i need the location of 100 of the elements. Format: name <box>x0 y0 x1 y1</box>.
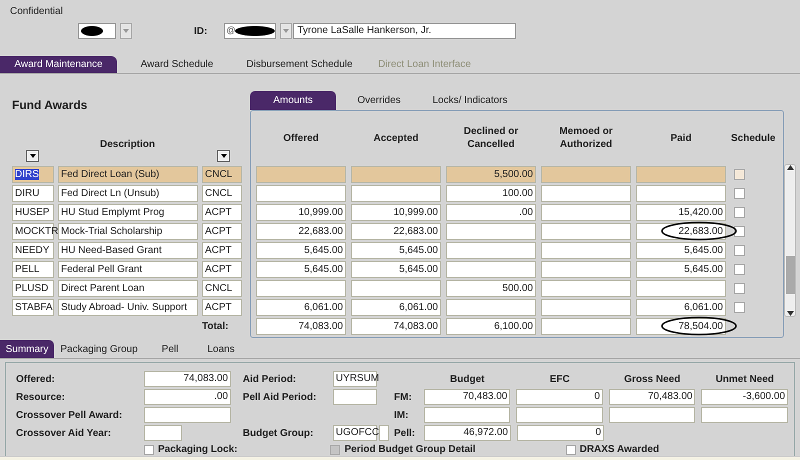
memoed-cell[interactable] <box>541 280 631 297</box>
status-cell[interactable]: CNCL <box>202 166 242 183</box>
input-field[interactable]: 0 <box>517 425 604 442</box>
scrollbar-thumb[interactable] <box>786 256 794 294</box>
code-cell[interactable]: STABFA <box>12 298 54 316</box>
input-field[interactable] <box>144 425 182 442</box>
input-field[interactable] <box>378 425 389 442</box>
checkbox[interactable] <box>734 206 745 218</box>
input-field[interactable] <box>144 407 231 424</box>
offered-cell[interactable] <box>256 184 346 202</box>
declined-cell[interactable]: .00 <box>446 204 536 221</box>
paid-cell[interactable] <box>636 166 726 183</box>
offered-cell[interactable]: 10,999.00 <box>256 204 346 221</box>
description-cell[interactable]: Direct Parent Loan <box>58 280 198 297</box>
description-cell[interactable]: Study Abroad- Univ. Support <box>58 298 198 316</box>
tab[interactable]: Loans <box>196 340 246 358</box>
declined-cell[interactable] <box>446 242 536 259</box>
memoed-cell[interactable] <box>541 204 631 221</box>
tab[interactable]: Overrides <box>336 90 422 110</box>
code-cell[interactable]: HUSEP <box>12 204 54 221</box>
paid-cell[interactable]: 5,645.00 <box>636 242 726 259</box>
declined-cell[interactable]: 6,100.00 <box>446 318 536 335</box>
input-field[interactable]: 70,483.00 <box>424 389 510 406</box>
accepted-cell[interactable] <box>351 166 441 183</box>
status-cell[interactable]: CNCL <box>202 184 242 202</box>
offered-cell[interactable]: 5,645.00 <box>256 242 346 259</box>
description-cell[interactable]: HU Need-Based Grant <box>58 242 198 259</box>
checkbox[interactable] <box>734 264 745 275</box>
accepted-cell[interactable] <box>351 184 441 202</box>
checkbox[interactable] <box>566 444 576 455</box>
input-field[interactable] <box>332 389 377 406</box>
id-field[interactable]: @ <box>224 23 276 39</box>
description-cell[interactable]: Federal Pell Grant <box>58 260 198 278</box>
declined-cell[interactable]: 100.00 <box>446 184 536 202</box>
tab[interactable]: Amounts <box>250 90 336 110</box>
checkbox[interactable] <box>734 188 745 199</box>
paid-cell[interactable] <box>636 280 726 297</box>
input-field[interactable]: UGOFCC <box>332 425 377 442</box>
name-field[interactable]: Tyrone LaSalle Hankerson, Jr. <box>293 23 516 39</box>
tab[interactable]: Award Schedule <box>117 56 237 73</box>
input-field[interactable]: 74,083.00 <box>144 371 231 388</box>
tab[interactable]: Pell <box>144 340 196 358</box>
memoed-cell[interactable] <box>541 318 631 335</box>
checkbox[interactable] <box>734 302 745 313</box>
code-cell[interactable]: PLUSD <box>12 280 54 297</box>
input-field[interactable] <box>608 407 696 424</box>
memoed-cell[interactable] <box>541 260 631 278</box>
tab[interactable]: Summary <box>0 340 54 358</box>
declined-cell[interactable]: 500.00 <box>446 280 536 297</box>
checkbox[interactable] <box>144 444 154 455</box>
description-cell[interactable]: HU Stud Emplymt Prog <box>58 204 198 221</box>
status-cell[interactable]: ACPT <box>202 298 242 316</box>
input-field[interactable]: 70,483.00 <box>608 389 696 406</box>
code-cell[interactable]: DIRU <box>12 184 54 202</box>
sort-button[interactable] <box>217 150 230 162</box>
dropdown-button[interactable] <box>280 23 292 39</box>
description-cell[interactable]: Mock-Trial Scholarship <box>58 222 198 240</box>
key-field[interactable] <box>78 23 116 39</box>
paid-cell[interactable]: 5,645.00 <box>636 260 726 278</box>
description-cell[interactable]: Fed Direct Loan (Sub) <box>58 166 198 183</box>
memoed-cell[interactable] <box>541 222 631 240</box>
accepted-cell[interactable]: 5,645.00 <box>351 242 441 259</box>
input-field[interactable] <box>701 407 788 424</box>
input-field[interactable]: -3,600.00 <box>701 389 788 406</box>
description-cell[interactable]: Fed Direct Ln (Unsub) <box>58 184 198 202</box>
paid-cell[interactable]: 6,061.00 <box>636 298 726 316</box>
declined-cell[interactable] <box>446 222 536 240</box>
memoed-cell[interactable] <box>541 184 631 202</box>
sort-button[interactable] <box>26 150 39 162</box>
code-cell[interactable]: NEEDY <box>12 242 54 259</box>
declined-cell[interactable] <box>446 260 536 278</box>
status-cell[interactable]: ACPT <box>202 260 242 278</box>
tab[interactable]: Disbursement Schedule <box>237 56 362 73</box>
input-field[interactable]: 0 <box>516 389 603 406</box>
paid-cell[interactable]: 15,420.00 <box>636 204 726 221</box>
accepted-cell[interactable]: 10,999.00 <box>351 204 441 221</box>
accepted-cell[interactable] <box>351 280 441 297</box>
paid-cell[interactable] <box>636 184 726 202</box>
status-cell[interactable]: ACPT <box>202 222 242 240</box>
memoed-cell[interactable] <box>541 242 631 259</box>
input-field[interactable]: .00 <box>144 389 231 406</box>
checkbox[interactable] <box>734 168 745 180</box>
offered-cell[interactable] <box>256 166 346 183</box>
status-cell[interactable]: ACPT <box>202 242 242 259</box>
declined-cell[interactable] <box>446 298 536 316</box>
accepted-cell[interactable]: 6,061.00 <box>351 298 441 316</box>
tab[interactable]: Packaging Group <box>54 340 144 358</box>
checkbox[interactable] <box>734 282 745 294</box>
offered-cell[interactable] <box>256 280 346 297</box>
declined-cell[interactable]: 5,500.00 <box>446 166 536 183</box>
checkbox[interactable] <box>734 244 745 256</box>
memoed-cell[interactable] <box>541 298 631 316</box>
status-cell[interactable]: ACPT <box>202 204 242 221</box>
accepted-cell[interactable]: 5,645.00 <box>351 260 441 278</box>
accepted-cell[interactable]: 22,683.00 <box>351 222 441 240</box>
tab[interactable]: Award Maintenance <box>0 56 117 73</box>
input-field[interactable]: UYRSUM <box>332 371 377 388</box>
offered-cell[interactable]: 22,683.00 <box>256 222 346 240</box>
scrollbar[interactable] <box>784 164 796 317</box>
offered-cell[interactable]: 6,061.00 <box>256 298 346 316</box>
